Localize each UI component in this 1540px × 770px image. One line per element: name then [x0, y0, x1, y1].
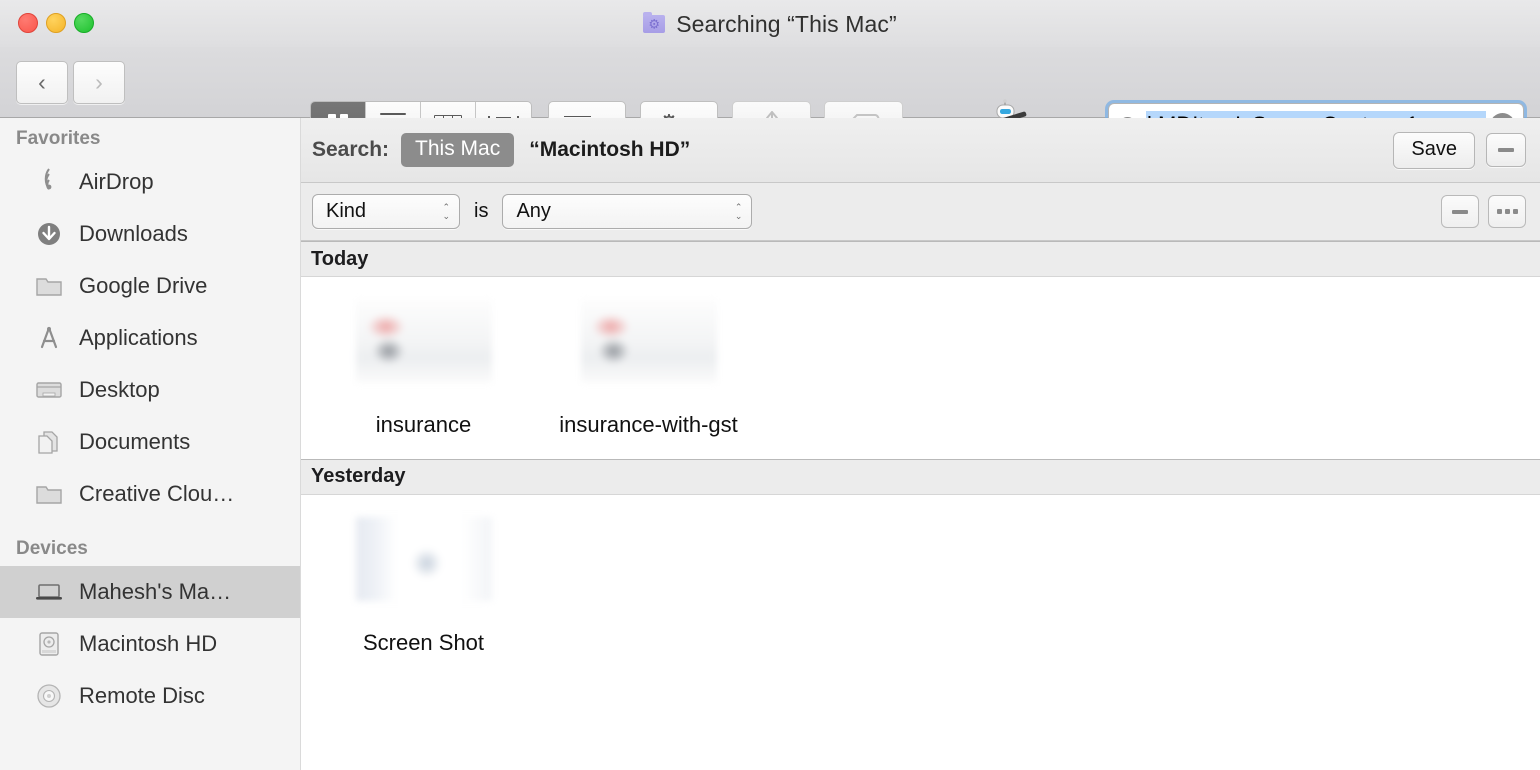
folder-icon — [34, 271, 64, 301]
sidebar-item-applications[interactable]: Applications — [0, 312, 300, 364]
downloads-icon — [34, 219, 64, 249]
back-button[interactable]: ‹ — [16, 61, 68, 104]
search-filter-row: Kind ⌃ ⌄ is Any ⌃ ⌄ — [301, 183, 1540, 241]
sidebar-item-mahesh-mac[interactable]: Mahesh's Ma… — [0, 566, 300, 618]
search-scope-bar: Search: This Mac “Macintosh HD” Save — [301, 118, 1540, 183]
scope-option-macintosh-hd[interactable]: “Macintosh HD” — [521, 134, 698, 166]
navigation-buttons: ‹ › — [16, 61, 125, 104]
file-item[interactable]: insurance — [311, 299, 536, 441]
gear-icon: ⚙ — [648, 16, 661, 32]
remove-search-button[interactable] — [1486, 133, 1526, 167]
file-thumbnail — [355, 516, 492, 601]
file-thumbnail — [355, 299, 492, 383]
page-title: Searching “This Mac” — [676, 10, 897, 37]
sidebar-item-creative-cloud[interactable]: Creative Clou… — [0, 468, 300, 520]
filter-attribute-select[interactable]: Kind ⌃ ⌄ — [312, 194, 460, 229]
smart-folder-icon: ⚙ — [643, 12, 666, 33]
file-thumbnail — [580, 299, 717, 383]
group-header-today: Today — [301, 241, 1540, 277]
sidebar-section-devices-title: Devices — [16, 538, 88, 559]
save-search-button[interactable]: Save — [1393, 131, 1475, 169]
sidebar-item-label: AirDrop — [79, 169, 154, 194]
hard-drive-icon — [34, 629, 64, 659]
filter-value: Any — [516, 200, 551, 222]
filter-attribute-value: Kind — [326, 200, 367, 222]
chevron-left-icon: ‹ — [38, 69, 46, 95]
remove-filter-button[interactable] — [1441, 195, 1479, 228]
filter-options-button[interactable] — [1488, 195, 1526, 228]
applications-icon — [34, 323, 64, 353]
sidebar-item-label: Mahesh's Ma… — [79, 579, 232, 604]
laptop-icon — [34, 577, 64, 607]
file-item[interactable]: insurance-with-gst — [536, 299, 761, 441]
file-grid-yesterday: Screen Shot — [301, 495, 1540, 677]
stepper-icon: ⌃ ⌄ — [734, 201, 743, 221]
sidebar-item-label: Remote Disc — [79, 683, 205, 708]
ellipsis-icon — [1496, 209, 1518, 214]
documents-icon — [34, 427, 64, 457]
file-name: insurance — [375, 412, 472, 437]
sidebar-item-google-drive[interactable]: Google Drive — [0, 260, 300, 312]
file-name: Screen Shot — [362, 629, 485, 655]
sidebar-item-remote-disc[interactable]: Remote Disc — [0, 670, 300, 722]
file-item[interactable]: Screen Shot — [311, 516, 536, 659]
airdrop-icon — [34, 167, 64, 197]
sidebar-item-desktop[interactable]: Desktop — [0, 364, 300, 416]
window-title-group: ⚙ Searching “This Mac” — [0, 8, 1540, 40]
sidebar-item-macintosh-hd[interactable]: Macintosh HD — [0, 618, 300, 670]
sidebar-item-downloads[interactable]: Downloads — [0, 208, 300, 260]
folder-icon — [34, 479, 64, 509]
sidebar-item-documents[interactable]: Documents — [0, 416, 300, 468]
group-header-yesterday: Yesterday — [301, 458, 1540, 495]
chevron-right-icon: › — [95, 69, 103, 95]
scope-option-this-mac[interactable]: This Mac — [401, 133, 515, 167]
desktop-icon — [34, 375, 64, 405]
minus-icon — [1498, 148, 1514, 152]
search-results: Today insurance insurance-with-gst Yeste… — [301, 241, 1540, 770]
sidebar-section-favorites-title: Favorites — [16, 128, 101, 149]
stepper-icon: ⌃ ⌄ — [442, 201, 450, 221]
minus-icon — [1452, 209, 1468, 214]
filter-value-select[interactable]: Any ⌃ ⌄ — [502, 194, 753, 229]
optical-disc-icon — [34, 681, 64, 711]
finder-search-window: ⚙ Searching “This Mac” ‹ › Search: This … — [0, 0, 1540, 770]
sidebar-item-label: Downloads — [79, 221, 188, 246]
title-bar: ⚙ Searching “This Mac” — [0, 0, 1540, 47]
toolbar: ‹ › — [0, 47, 1540, 149]
sidebar-item-label: Macintosh HD — [79, 631, 218, 656]
sidebar-item-label: Google Drive — [79, 273, 208, 298]
sidebar: Favorites AirDrop Downloads Google Drive… — [0, 118, 301, 770]
file-grid-today: insurance insurance-with-gst — [301, 277, 1540, 459]
forward-button[interactable]: › — [73, 61, 125, 104]
file-name: insurance-with-gst — [559, 412, 738, 437]
sidebar-item-label: Creative Clou… — [79, 481, 235, 506]
sidebar-item-label: Documents — [79, 429, 191, 454]
sidebar-item-label: Applications — [79, 325, 198, 350]
sidebar-item-airdrop[interactable]: AirDrop — [0, 156, 300, 208]
search-scope-label: Search: — [312, 138, 390, 161]
sidebar-item-label: Desktop — [79, 377, 160, 402]
filter-operator-label: is — [474, 200, 489, 222]
